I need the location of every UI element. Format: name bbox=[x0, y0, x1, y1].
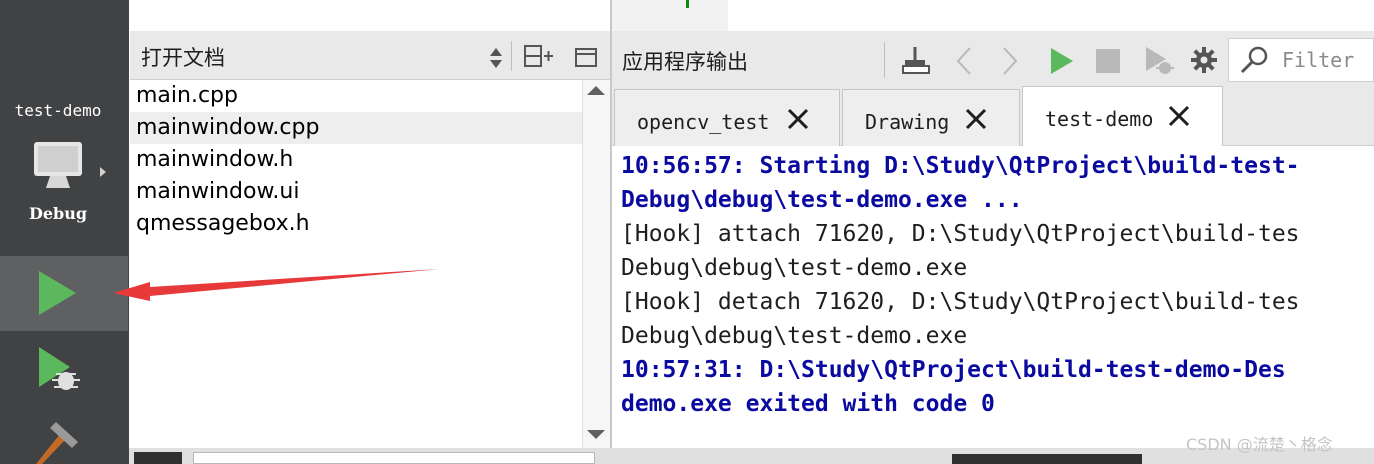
output-line: Debug\debug\test-demo.exe bbox=[621, 323, 968, 349]
application-output-text[interactable]: 10:56:57: Starting D:\Study\QtProject\bu… bbox=[612, 146, 1374, 448]
split-add-icon[interactable] bbox=[524, 45, 554, 69]
run-icon[interactable] bbox=[36, 268, 78, 318]
output-line: 10:57:31: D:\Study\QtProject\build-test-… bbox=[621, 357, 1286, 383]
search-icon bbox=[1240, 46, 1268, 74]
output-line: demo.exe exited with code 0 bbox=[621, 391, 995, 417]
editor-gutter bbox=[612, 0, 728, 31]
sort-updown-icon[interactable] bbox=[489, 46, 503, 70]
tab-drawing[interactable]: Drawing bbox=[842, 89, 1020, 146]
clean-output-icon[interactable] bbox=[902, 45, 932, 75]
tab-test-demo[interactable]: test-demo bbox=[1022, 86, 1223, 146]
status-bar-progress bbox=[952, 454, 1142, 464]
output-line: [Hook] detach 71620, D:\Study\QtProject\… bbox=[621, 289, 1300, 315]
next-icon[interactable] bbox=[1000, 46, 1020, 76]
editor-text-area[interactable] bbox=[728, 0, 1374, 31]
document-item[interactable]: mainwindow.h bbox=[130, 144, 582, 176]
mode-bar bbox=[0, 0, 129, 464]
gear-icon[interactable] bbox=[1190, 46, 1218, 74]
tab-label: test-demo bbox=[1045, 107, 1154, 131]
kit-selector-arrow-icon[interactable] bbox=[100, 167, 106, 177]
prev-icon[interactable] bbox=[954, 46, 974, 76]
output-pane-title[interactable]: 应用程序输出 bbox=[622, 46, 748, 76]
open-documents-title[interactable]: 打开文档 bbox=[141, 42, 225, 72]
stop-icon[interactable] bbox=[1096, 49, 1120, 73]
filter-input[interactable] bbox=[1282, 48, 1372, 72]
header-separator bbox=[511, 41, 512, 71]
tab-opencv-test[interactable]: opencv_test bbox=[614, 89, 840, 146]
editor-area-top bbox=[130, 0, 610, 31]
editor-change-marker bbox=[686, 0, 689, 8]
monitor-icon[interactable] bbox=[33, 141, 83, 189]
document-item[interactable]: qmessagebox.h bbox=[130, 208, 582, 240]
status-bar-button[interactable] bbox=[134, 452, 182, 464]
document-item[interactable]: mainwindow.cpp bbox=[130, 112, 582, 144]
build-hammer-icon[interactable] bbox=[32, 420, 86, 464]
close-pane-icon[interactable] bbox=[575, 48, 597, 68]
output-line: Debug\debug\test-demo.exe ... bbox=[621, 187, 1023, 213]
open-documents-list: main.cpp mainwindow.cpp mainwindow.h mai… bbox=[130, 80, 582, 448]
documents-scrollbar[interactable] bbox=[582, 80, 610, 448]
document-item[interactable]: mainwindow.ui bbox=[130, 176, 582, 208]
output-line: 10:56:57: Starting D:\Study\QtProject\bu… bbox=[621, 153, 1300, 179]
scroll-down-icon[interactable] bbox=[587, 430, 605, 439]
tab-label: Drawing bbox=[865, 110, 950, 134]
tab-label: opencv_test bbox=[637, 110, 770, 134]
attach-debugger-icon[interactable] bbox=[1144, 46, 1174, 76]
output-line: Debug\debug\test-demo.exe bbox=[621, 255, 968, 281]
output-line: [Hook] attach 71620, D:\Study\QtProject\… bbox=[621, 221, 1300, 247]
scroll-up-icon[interactable] bbox=[587, 86, 605, 95]
document-item[interactable]: main.cpp bbox=[130, 80, 582, 112]
rerun-icon[interactable] bbox=[1049, 47, 1075, 75]
kit-name-label: test-demo bbox=[14, 101, 102, 120]
locator-input[interactable] bbox=[193, 452, 595, 464]
build-config-label: Debug bbox=[28, 204, 88, 223]
header-separator bbox=[884, 42, 885, 78]
watermark-text: CSDN @流楚丶格念 bbox=[1186, 435, 1333, 454]
debug-run-icon[interactable] bbox=[36, 345, 82, 393]
close-tab-icon[interactable] bbox=[785, 106, 811, 132]
close-tab-icon[interactable] bbox=[1166, 103, 1192, 129]
close-tab-icon[interactable] bbox=[963, 106, 989, 132]
